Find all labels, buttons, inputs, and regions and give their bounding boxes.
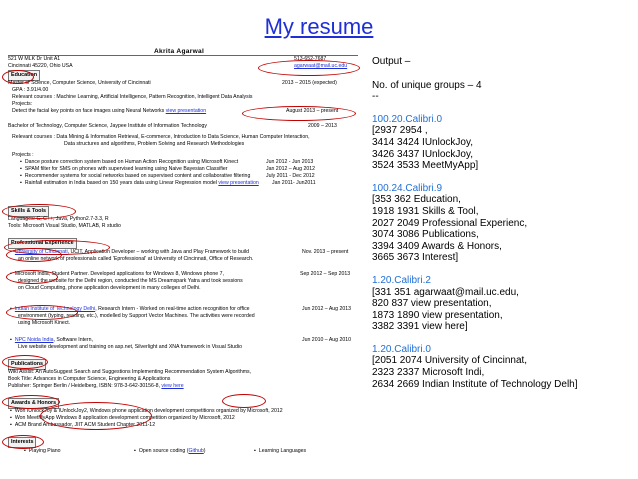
highlight-oval-email [258, 60, 360, 76]
highlight-oval-education [2, 70, 34, 84]
edu2-courses-b: Data structures and algorithms, Problem … [64, 141, 245, 147]
exp3-text-c: using Microsoft Kinect. [18, 320, 71, 326]
highlight-oval-interests [2, 435, 44, 449]
pub-line-c-text: Publisher: Springer Berlin / Heidelberg,… [8, 383, 160, 389]
pub-line-c: Publisher: Springer Berlin / Heidelberg,… [8, 383, 184, 390]
edu2-dates: 2009 – 2013 [308, 123, 337, 129]
exp4-text-b: Live website development and training on… [18, 344, 242, 350]
group3-line: [331 351 agarwaat@mail.uc.edu, [372, 286, 519, 298]
group1-line: 3524 3533 MeetMyApp] [372, 160, 479, 172]
exp4-link[interactable]: NPC Noida India [15, 337, 54, 343]
edu2-project-item-text: Rainfall estimation in India based on 15… [20, 180, 217, 186]
divider [8, 55, 358, 56]
edu2-project-date: Jan 2011- Jun2011 [272, 180, 316, 186]
edu2-project-item: Dance posture correction system based on… [20, 159, 238, 166]
group3-line: 1873 1890 view presentation, [372, 309, 503, 321]
edu1-dates: 2013 – 2015 (expected) [282, 80, 337, 86]
group3-line: 820 837 view presentation, [372, 298, 492, 310]
github-link[interactable]: Github [188, 448, 203, 454]
edu2-project-date: Jan 2012 – Aug 2012 [266, 166, 316, 172]
group2-line: 3394 3409 Awards & Honors, [372, 240, 502, 252]
group3-font: 1.20.Calibri.2 [372, 274, 431, 286]
group1-line: 3414 3424 IUnlockJoy, [372, 136, 473, 148]
group2-line: 2027 2049 Professional Experienc, [372, 217, 528, 229]
exp3-text: , Research Intern - Worked on real-time … [95, 306, 250, 312]
interest-item: Open source coding (Github) [134, 448, 206, 455]
group4-line: 2323 2337 Microsoft Indi, [372, 367, 485, 379]
view-presentation-link[interactable]: view presentation [218, 180, 258, 186]
interest-item: Learning Languages [254, 448, 306, 455]
group1-line: 3426 3437 IUnlockJoy, [372, 148, 473, 160]
edu1-gpa: GPA : 3.91/4.00 [12, 87, 49, 93]
group4-line: [2051 2074 University of Cincinnat, [372, 355, 528, 367]
resume-name: Akrita Agarwal [154, 48, 205, 55]
groups-count: No. of unique groups – 4 [372, 79, 482, 91]
output-heading: Output – [372, 56, 411, 67]
groups-separator: -- [372, 91, 379, 103]
pub-line-a: Wiki Assist: An AutoSuggest Search and S… [8, 369, 252, 375]
edu2-project-item: Recommender systems for social networks … [20, 173, 250, 180]
group2-font: 100.24.Calibri.9 [372, 182, 443, 194]
highlight-oval-award-names [40, 402, 152, 430]
edu2-courses-a: Relevant courses : Data Mining & Informa… [12, 134, 310, 140]
pub-line-b: Book Title: Advances in Computer Science… [8, 376, 171, 382]
edu1-projects-label: Projects: [12, 101, 33, 107]
page-title: My resume [264, 14, 374, 39]
highlight-oval-uc [6, 248, 62, 262]
interest-item: Playing Piano [24, 448, 61, 455]
group2-line: 3074 3086 Publications, [372, 229, 479, 241]
exp1-date: Nov. 2013 – present [302, 249, 349, 255]
edu2-project-date: July 2011 - Dec 2012 [266, 173, 315, 179]
exp3-date: Jun 2012 – Aug 2013 [302, 306, 352, 312]
exp2-text-c: on Cloud Computing, phone application de… [18, 285, 201, 291]
highlight-oval-presentation [242, 106, 356, 121]
resume-address: 521 W MLK Dr Unit A1 [8, 56, 61, 62]
exp4-line: NPC Noida India, Software Intern, [10, 337, 93, 344]
skills-tools: Tools: Microsoft Visual Studio, MATLAB, … [8, 223, 121, 229]
exp4-date: Jun 2010 – Aug 2010 [302, 337, 352, 343]
group2-line: [353 362 Education, [372, 194, 461, 206]
group1-line: [2937 2954 , [372, 125, 428, 137]
exp2-date: Sep 2012 – Sep 2013 [300, 271, 351, 277]
edu2-project-date: Jun 2012 - Jun 2013 [266, 159, 314, 165]
group2-line: 3665 3673 Interest] [372, 252, 459, 264]
interest-item-text: Open source coding ( [138, 448, 189, 454]
edu1-courses: Relevant courses : Machine Learning, Art… [12, 94, 253, 100]
exp4-text: , Software Intern, [53, 337, 93, 343]
highlight-oval-view-here [222, 394, 266, 408]
highlight-oval-publications [2, 355, 48, 369]
group4-font: 1.20.Calibri.0 [372, 343, 431, 355]
highlight-oval-iit [6, 305, 78, 320]
group3-line: 3382 3391 view here] [372, 321, 468, 333]
edu1-project1: Detect the facial key points on face ima… [12, 108, 206, 115]
edu2-projects-label: Projects : [12, 152, 34, 158]
resume-city: Cincinnati 45220, Ohio USA [8, 63, 73, 69]
highlight-oval-microsoft [6, 270, 58, 284]
highlight-oval-skills [2, 204, 76, 219]
group2-line: 1918 1931 Skills & Tool, [372, 205, 479, 217]
interest-item-close: ) [203, 448, 206, 454]
view-presentation-link[interactable]: view presentation [166, 108, 206, 114]
group4-line: 2634 2669 Indian Institute of Technology… [372, 378, 578, 390]
edu2-project-item: SPAM filter for SMS on phones with super… [20, 166, 228, 173]
view-here-link[interactable]: view here [161, 383, 183, 389]
edu2-project-item: Rainfall estimation in India based on 15… [20, 180, 259, 187]
output-panel: Output – No. of unique groups – 4 -- 100… [372, 56, 634, 390]
edu2-degree: Bachelor of Technology, Computer Science… [8, 123, 207, 129]
group1-font: 100.20.Calibri.0 [372, 113, 443, 125]
edu1-project1-text: Detect the facial key points on face ima… [12, 108, 165, 114]
